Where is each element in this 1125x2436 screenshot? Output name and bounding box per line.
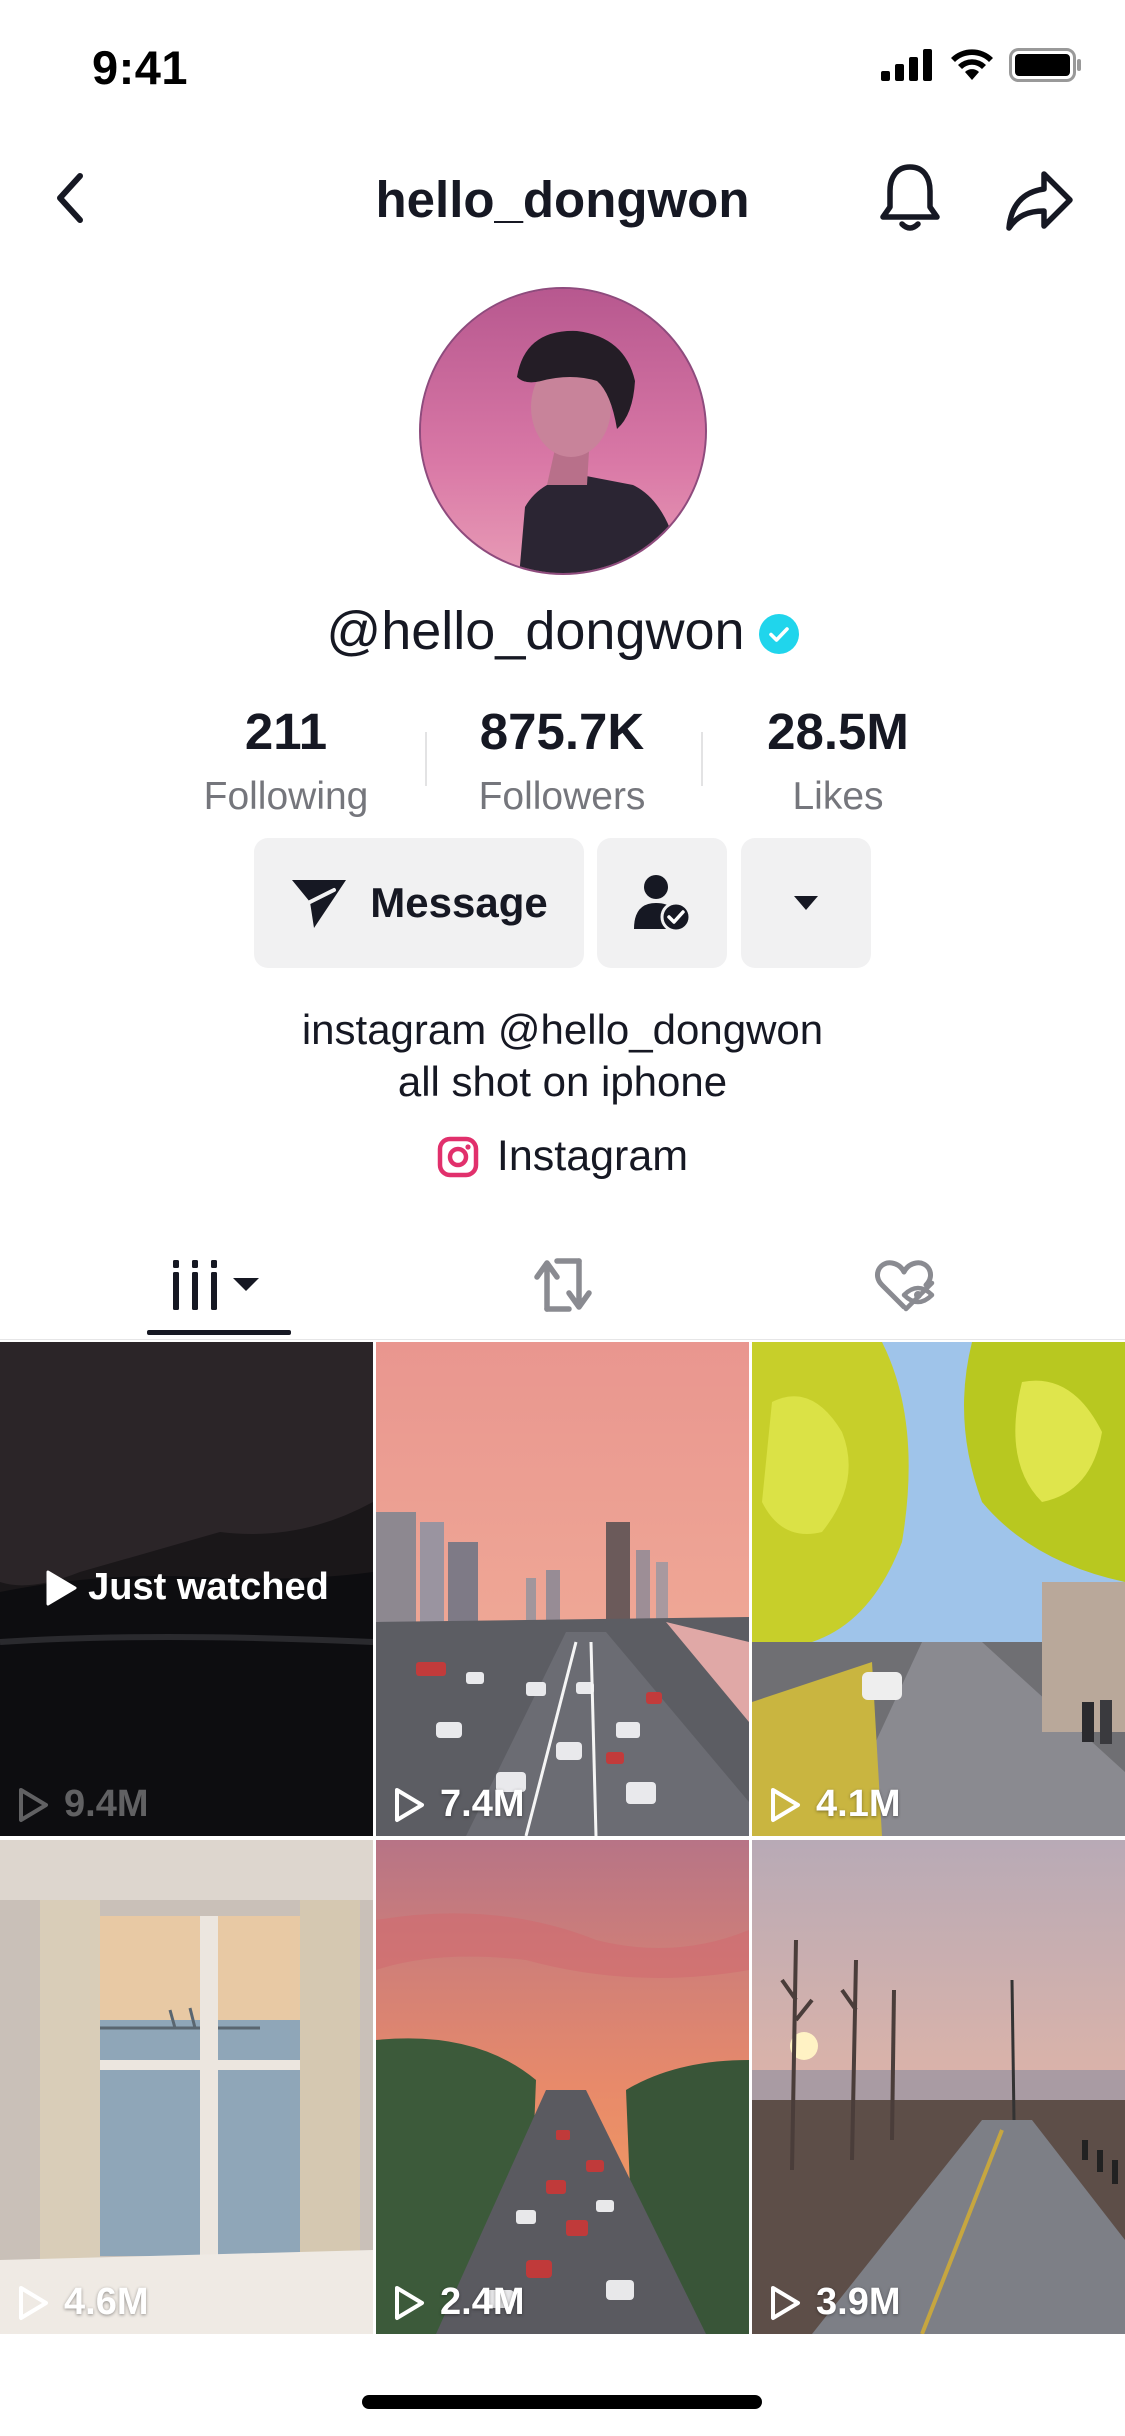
- stat-following[interactable]: 211 Following: [166, 702, 406, 819]
- play-icon: [46, 1570, 77, 1605]
- stat-likes[interactable]: 28.5M Likes: [718, 702, 958, 819]
- tab-reposts[interactable]: [375, 1230, 750, 1340]
- tab-videos[interactable]: [31, 1230, 406, 1340]
- profile-actions: Message: [0, 838, 1125, 968]
- stat-divider: [425, 732, 427, 786]
- user-check-icon: [634, 875, 692, 933]
- video-thumbnail[interactable]: 2.4M: [376, 1840, 749, 2334]
- view-count: 9.4M: [16, 1783, 148, 1826]
- liked-hidden-icon: [874, 1260, 934, 1312]
- suggested-accounts-button[interactable]: [741, 838, 871, 968]
- status-bar: 9:41: [0, 0, 1125, 140]
- wifi-icon: [951, 49, 993, 80]
- status-icons: [881, 48, 1083, 82]
- thumbnail-image: [376, 1342, 749, 1836]
- view-count-text: 4.1M: [816, 1783, 901, 1825]
- bell-icon: [880, 164, 940, 231]
- thumbnail-image: [376, 1840, 749, 2334]
- profile-stats: 211 Following 875.7K Followers 28.5M Lik…: [0, 702, 1125, 822]
- view-count: 2.4M: [392, 2281, 524, 2324]
- following-status-button[interactable]: [597, 838, 727, 968]
- play-outline-icon: [395, 2285, 424, 2320]
- view-count: 3.9M: [768, 2281, 900, 2324]
- tab-liked[interactable]: [718, 1230, 1093, 1340]
- instagram-icon: [437, 1136, 479, 1177]
- battery-icon: [1009, 48, 1081, 82]
- active-tab-indicator: [147, 1330, 291, 1335]
- home-indicator[interactable]: [362, 2395, 762, 2409]
- video-thumbnail[interactable]: Just watched 9.4M: [0, 1342, 373, 1836]
- notifications-button[interactable]: [872, 158, 948, 238]
- avatar[interactable]: [419, 287, 707, 575]
- caret-down-icon: [794, 896, 818, 910]
- share-arrow-icon: [1006, 171, 1073, 231]
- page-title: hello_dongwon: [375, 171, 750, 228]
- stat-value: 875.7K: [479, 703, 645, 760]
- video-thumbnail[interactable]: 4.1M: [752, 1342, 1125, 1836]
- view-count-text: 7.4M: [440, 1783, 525, 1825]
- stat-value: 211: [244, 703, 328, 760]
- view-count-text: 2.4M: [440, 2281, 525, 2323]
- stat-label: Followers: [478, 775, 646, 818]
- thumbnail-image: [0, 1840, 373, 2334]
- bio-line: instagram @hello_dongwon: [301, 1006, 824, 1053]
- stat-divider: [701, 732, 703, 786]
- play-outline-icon: [19, 1787, 48, 1822]
- status-time: 9:41: [92, 41, 189, 94]
- view-count: 4.1M: [768, 1783, 900, 1826]
- instagram-link[interactable]: Instagram: [0, 1132, 1125, 1181]
- view-count-text: 3.9M: [816, 2281, 901, 2323]
- message-button[interactable]: Message: [254, 838, 584, 968]
- video-thumbnail[interactable]: 4.6M: [0, 1840, 373, 2334]
- view-count-text: 9.4M: [64, 1783, 149, 1825]
- just-watched-label: Just watched: [0, 1566, 373, 1609]
- view-count: 7.4M: [392, 1783, 524, 1826]
- username: @hello_dongwon: [326, 601, 745, 661]
- bio: instagram @hello_dongwon all shot on iph…: [0, 1004, 1125, 1108]
- send-plane-icon: [292, 880, 347, 928]
- content-tabs: [0, 1230, 1125, 1340]
- repost-icon: [533, 1258, 592, 1312]
- video-grid: Just watched 9.4M 7.4M 4.1M 4.6M 2.4M 3.…: [0, 1342, 1125, 2334]
- thumbnail-image: [752, 1840, 1125, 2334]
- stat-value: 28.5M: [767, 703, 909, 760]
- bio-line: all shot on iphone: [397, 1058, 728, 1105]
- share-button[interactable]: [1000, 162, 1080, 238]
- play-outline-icon: [771, 2285, 800, 2320]
- instagram-link-label: Instagram: [496, 1132, 689, 1180]
- view-count: 4.6M: [16, 2281, 148, 2324]
- videos-grid-icon: [172, 1260, 259, 1310]
- thumbnail-image: [752, 1342, 1125, 1836]
- view-count-text: 4.6M: [64, 2281, 149, 2323]
- nav-bar: hello_dongwon: [0, 140, 1125, 256]
- play-outline-icon: [19, 2285, 48, 2320]
- stat-followers[interactable]: 875.7K Followers: [442, 702, 682, 819]
- message-button-label: Message: [370, 879, 548, 926]
- play-outline-icon: [395, 1787, 424, 1822]
- video-thumbnail[interactable]: 7.4M: [376, 1342, 749, 1836]
- avatar-photo: [421, 289, 705, 573]
- username-row: @hello_dongwon: [0, 600, 1125, 662]
- stat-label: Following: [203, 775, 369, 818]
- verified-badge-icon: [758, 614, 799, 654]
- play-outline-icon: [771, 1787, 800, 1822]
- just-watched-text: Just watched: [88, 1566, 329, 1608]
- video-thumbnail[interactable]: 3.9M: [752, 1840, 1125, 2334]
- stat-label: Likes: [792, 775, 884, 818]
- cellular-signal-icon: [881, 49, 932, 81]
- profile-screen: 9:41 hello_dongwon @hello_dongwon 211 Fo…: [0, 0, 1125, 2436]
